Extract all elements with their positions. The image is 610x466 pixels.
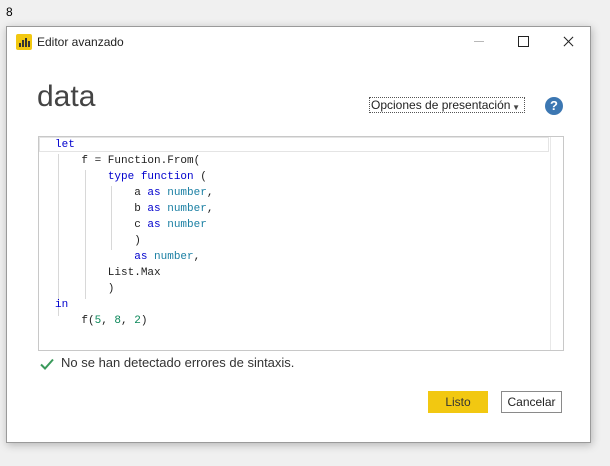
- code-token: function: [140, 171, 194, 183]
- code-token: in: [55, 299, 69, 311]
- code-line: as number,: [55, 249, 200, 265]
- code-token: a: [55, 187, 148, 199]
- code-token: as: [147, 203, 161, 215]
- code-line: ): [55, 281, 115, 297]
- code-token: b: [55, 203, 148, 215]
- advanced-editor-dialog: Editor avanzado data Opciones de present…: [6, 26, 591, 443]
- code-token: f(: [55, 315, 95, 327]
- code-token: as: [147, 219, 161, 231]
- code-token: type: [107, 171, 135, 183]
- code-token: 2: [134, 315, 141, 327]
- code-token: number: [154, 251, 194, 263]
- code-token: List.Max: [55, 267, 161, 279]
- code-line: f = Function.From(: [55, 153, 200, 169]
- power-bi-icon: [16, 34, 32, 50]
- code-token: as: [147, 187, 161, 199]
- cancel-button[interactable]: Cancelar: [501, 391, 562, 413]
- display-options-dropdown[interactable]: Opciones de presentación ▼: [369, 97, 525, 113]
- code-token: as: [134, 251, 148, 263]
- code-token: ,: [193, 251, 201, 263]
- code-line: type function (: [55, 169, 207, 185]
- syntax-status-message: No se han detectado errores de sintaxis.: [61, 355, 295, 370]
- code-token: let: [55, 139, 75, 151]
- vertical-scrollbar[interactable]: [550, 137, 563, 350]
- code-line: List.Max: [55, 265, 161, 281]
- window-title: Editor avanzado: [37, 35, 124, 49]
- code-token: ,: [101, 315, 115, 327]
- code-line: b as number,: [55, 201, 213, 217]
- code-line: in: [55, 297, 68, 313]
- code-token: number: [167, 203, 207, 215]
- close-button[interactable]: [546, 27, 592, 57]
- code-token: ): [55, 235, 141, 247]
- help-icon[interactable]: ?: [545, 97, 563, 115]
- code-token: ): [55, 283, 115, 295]
- code-editor[interactable]: let f = Function.From( type function ( a…: [38, 136, 564, 351]
- query-name-title: data: [37, 80, 96, 113]
- chevron-down-icon: ▼: [512, 103, 520, 112]
- code-line: a as number,: [55, 185, 213, 201]
- maximize-button[interactable]: [501, 27, 547, 57]
- display-options-label: Opciones de presentación: [371, 98, 511, 112]
- code-token: ,: [206, 203, 214, 215]
- title-bar: Editor avanzado: [7, 27, 590, 57]
- current-line-highlight: [39, 137, 549, 152]
- checkmark-icon: [40, 358, 54, 370]
- code-token: c: [55, 219, 148, 231]
- code-token: f = Function.From(: [55, 155, 201, 167]
- code-line: let: [55, 137, 75, 153]
- code-line: f(5, 8, 2): [55, 313, 147, 329]
- code-line: ): [55, 233, 141, 249]
- done-button[interactable]: Listo: [428, 391, 488, 413]
- minimize-button[interactable]: [456, 27, 502, 57]
- background-label: 8: [6, 5, 13, 19]
- code-line: c as number: [55, 217, 207, 233]
- code-token: (: [193, 171, 207, 183]
- code-token: number: [167, 219, 207, 231]
- code-token: number: [167, 187, 207, 199]
- code-token: ): [140, 315, 148, 327]
- code-token: ,: [206, 187, 214, 199]
- code-token: ,: [121, 315, 135, 327]
